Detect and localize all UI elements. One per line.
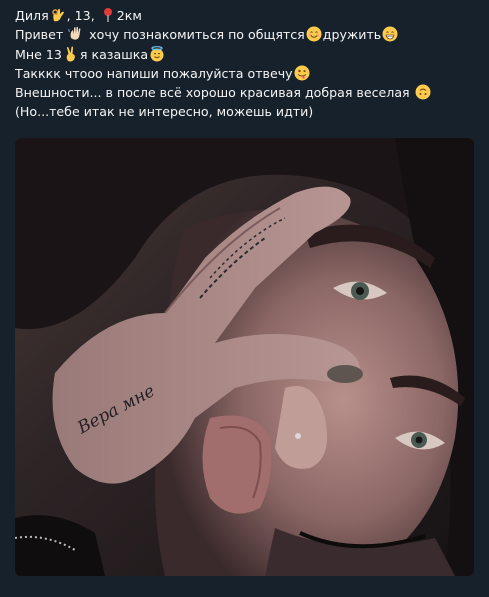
message-line-5: Внешности... в после всё хорошо красивая… — [15, 83, 480, 102]
ok-hand-icon — [51, 8, 64, 22]
distance-label: 2км — [116, 8, 142, 23]
zany-face-icon — [294, 65, 310, 81]
message-line-4: Такккк чтооо напиши пожалуйста отвечу — [15, 64, 480, 83]
message-line-1: Диля, 13, 2км — [15, 8, 142, 23]
sender-name: Диля — [15, 8, 49, 23]
grinning-face-icon — [382, 26, 398, 42]
message-line-6: (Но...тебе итак не интересно, можешь идт… — [15, 104, 314, 120]
selfie-photo: Вера мне — [15, 138, 474, 576]
message-bubble: Диля, 13, 2км Привет хочу познакомиться … — [0, 0, 489, 597]
attached-photo[interactable]: Вера мне — [15, 138, 474, 576]
victory-hand-icon — [66, 46, 75, 62]
message-text: Диля, 13, 2км Привет хочу познакомиться … — [15, 6, 480, 122]
message-line-3: Мне 13 я казашка — [15, 45, 480, 64]
halo-face-icon — [150, 45, 164, 62]
location-pin-icon — [103, 8, 112, 22]
smiling-face-icon — [306, 26, 322, 42]
message-line-2: Привет хочу познакомиться по общятся друж… — [15, 25, 480, 44]
waving-hand-icon — [68, 27, 81, 40]
upside-down-face-icon — [415, 84, 431, 100]
